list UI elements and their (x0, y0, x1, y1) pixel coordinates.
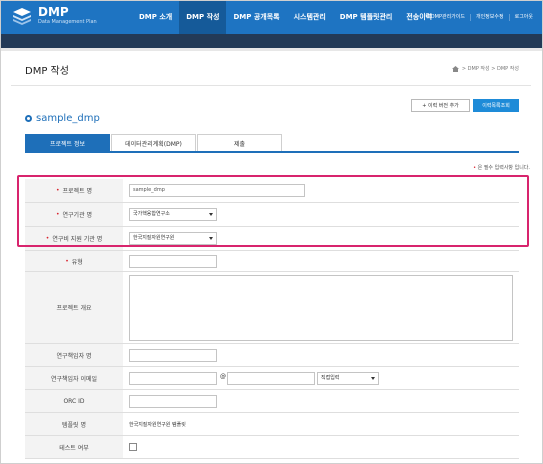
logo[interactable]: DMP Data Management Plan (11, 5, 97, 27)
breadcrumb-sep-2: > (489, 65, 498, 72)
nav-dmp-intro[interactable]: DMP 소개 (132, 1, 179, 34)
breadcrumb-item-2: DMP 작성 (497, 66, 519, 72)
title-bar: DMP 작성 > DMP 작성 > DMP 작성 (11, 51, 531, 86)
row-test: 테스트 여부 (25, 436, 519, 459)
email-local-input[interactable] (129, 372, 217, 385)
util-profile-edit[interactable]: 개인정보수정 (469, 14, 509, 21)
value-type (123, 251, 519, 271)
label-overview: 프로젝트 개요 (25, 272, 123, 343)
row-template: 템플릿 명 한국지질자원연구원 템플릿 (25, 413, 519, 436)
label-pi-email: 연구책임자 이메일 (25, 367, 123, 389)
row-overview: 프로젝트 개요 (25, 272, 519, 344)
logo-subtitle: Data Management Plan (38, 19, 97, 25)
nav-dmp-public-list[interactable]: DMP 공개목록 (226, 1, 286, 34)
type-input[interactable] (129, 255, 217, 268)
value-test (123, 436, 519, 458)
main-nav: DMP 소개 DMP 작성 DMP 공개목록 시스템관리 DMP 템플릿관리 전… (132, 1, 439, 34)
chevron-down-icon (371, 377, 375, 380)
label-type-text: 유형 (71, 258, 83, 266)
overview-textarea[interactable] (129, 275, 513, 341)
add-version-button[interactable]: + 이력 버전 추가 (411, 99, 470, 112)
email-domain-selected: 직접입력 (321, 375, 340, 381)
email-domain-select[interactable]: 직접입력 (317, 372, 379, 385)
highlight-box (17, 175, 529, 247)
utility-links: ⛉ DMP관리가이드 개인정보수정 로그아웃 (420, 1, 538, 34)
required-star: • (473, 165, 477, 171)
nav-system-admin[interactable]: 시스템관리 (287, 1, 333, 34)
pi-name-input[interactable] (129, 349, 217, 362)
row-type: • 유형 (25, 251, 519, 272)
label-template: 템플릿 명 (25, 413, 123, 435)
email-at-sign: @ (220, 373, 226, 380)
breadcrumb-item-1[interactable]: DMP 작성 (468, 65, 490, 72)
tab-submit[interactable]: 제출 (197, 134, 282, 151)
dmp-name-heading: sample_dmp (25, 113, 100, 124)
dmp-name-text: sample_dmp (36, 113, 100, 124)
util-logout[interactable]: 로그아웃 (508, 14, 538, 21)
label-type: • 유형 (25, 251, 123, 271)
row-orcid: ORC ID (25, 390, 519, 413)
label-pi-name: 연구책임자 명 (25, 344, 123, 366)
row-pi-name: 연구책임자 명 (25, 344, 519, 367)
app-frame: DMP Data Management Plan DMP 소개 DMP 작성 D… (0, 0, 543, 464)
page-title: DMP 작성 (25, 66, 69, 77)
required-note: • 은 필수 입력사항 입니다. (473, 164, 530, 171)
breadcrumb: > DMP 작성 > DMP 작성 (451, 65, 519, 72)
template-name-text: 한국지질자원연구원 템플릿 (129, 422, 186, 428)
label-test: 테스트 여부 (25, 436, 123, 458)
value-template: 한국지질자원연구원 템플릿 (123, 413, 519, 435)
value-pi-name (123, 344, 519, 366)
value-orcid (123, 390, 519, 412)
top-header: DMP Data Management Plan DMP 소개 DMP 작성 D… (1, 1, 542, 34)
history-list-button[interactable]: 이력목록조회 (473, 99, 519, 112)
home-icon[interactable] (451, 65, 459, 72)
value-pi-email: @ 직접입력 (123, 367, 519, 389)
row-pi-email: 연구책임자 이메일 @ 직접입력 (25, 367, 519, 390)
util-guide-label: DMP관리가이드 (430, 14, 465, 20)
required-note-text: 은 필수 입력사항 입니다. (477, 165, 530, 171)
util-guide[interactable]: ⛉ DMP관리가이드 (420, 14, 470, 21)
tab-project-info[interactable]: 프로젝트 정보 (25, 134, 110, 151)
nav-dmp-write[interactable]: DMP 작성 (179, 1, 227, 34)
label-orcid: ORC ID (25, 390, 123, 412)
nav-template-admin[interactable]: DMP 템플릿관리 (333, 1, 400, 34)
stack-icon (11, 5, 33, 27)
logo-title: DMP (38, 5, 69, 19)
email-domain-input[interactable] (227, 372, 315, 385)
required-star: • (65, 257, 69, 265)
value-overview (123, 272, 519, 343)
orcid-input[interactable] (129, 395, 217, 408)
header-banner (1, 34, 542, 48)
form-tabs: 프로젝트 정보 데이터관리계획(DMP) 제출 (25, 134, 519, 153)
tab-dmp-plan[interactable]: 데이터관리계획(DMP) (111, 134, 196, 151)
test-checkbox[interactable] (129, 443, 137, 451)
ring-icon (25, 115, 32, 122)
